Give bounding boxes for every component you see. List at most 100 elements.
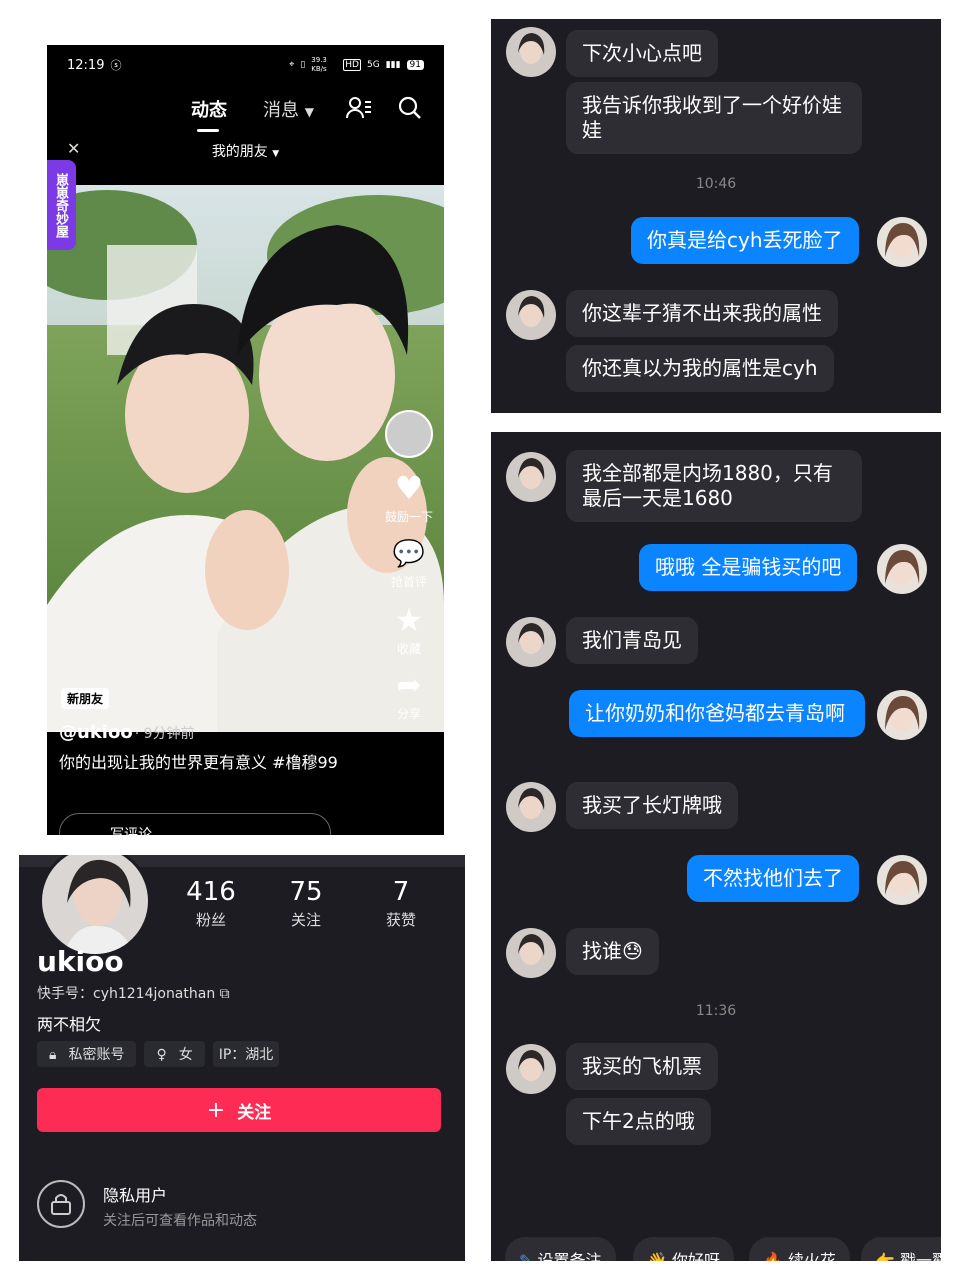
lock-icon: 🔒︎ [43, 1044, 63, 1066]
chat-screenshot-bottom: 我全部都是内场1880，只有最后一天是1680 哦哦 全是骗钱买的吧 我们青岛见… [491, 432, 941, 1261]
copy-icon: ⧉ [219, 986, 230, 1002]
contact-avatar[interactable] [506, 928, 556, 978]
message-in[interactable]: 你还真以为我的属性是cyh [566, 345, 834, 392]
collect-button[interactable]: ★ 收藏 [395, 604, 424, 657]
my-avatar[interactable] [877, 544, 927, 594]
comment-input[interactable]: 写评论 [59, 813, 331, 835]
avatar-icon [877, 690, 927, 740]
comment-label: 抢首评 [390, 575, 427, 589]
wave-icon: 👋 [647, 1251, 667, 1261]
message-in[interactable]: 下次小心点吧 [566, 30, 718, 77]
location-icon: ⌖ [289, 60, 295, 70]
side-tag[interactable]: 崽崽奇妙屋 [47, 160, 76, 250]
action-rail: ♥ 鼓励一下 💬 抢首评 ★ 收藏 ➦ 分享 [380, 410, 438, 722]
female-icon: ♀ [150, 1044, 173, 1066]
friends-list-icon[interactable] [345, 94, 373, 122]
chat-screenshot-top: 下次小心点吧 我告诉你我收到了一个好价娃娃 10:46 你真是给cyh丢死脸了 … [491, 19, 941, 413]
fire-icon: 🔥 [763, 1251, 783, 1261]
tab-moments[interactable]: 动态 [191, 96, 227, 132]
author-avatar-button[interactable] [385, 410, 433, 458]
kuaishou-id[interactable]: 快手号：cyh1214jonathan ⧉ [37, 983, 230, 1003]
private-user-subtitle: 关注后可查看作品和动态 [103, 1213, 257, 1229]
tag-private-label: 私密账号 [62, 1044, 131, 1066]
followers-count: 416 [186, 877, 236, 907]
share-icon: ➦ [396, 668, 422, 703]
pencil-icon: ✎ [519, 1251, 533, 1261]
video-caption: 你的出现让我的世界更有意义 #橹穆99 [59, 753, 338, 772]
avatar-icon [506, 452, 556, 502]
message-in[interactable]: 我买了长灯牌哦 [566, 782, 738, 829]
quick-reply-label: 戳一戳 [900, 1251, 941, 1261]
follow-button[interactable]: + 关注 [37, 1088, 441, 1132]
avatar-icon [877, 544, 927, 594]
avatar-icon [506, 290, 556, 340]
avatar-illustration [42, 855, 148, 954]
timestamp: 11:36 [695, 1003, 737, 1019]
following-count: 75 [289, 877, 323, 907]
message-out[interactable]: 不然找他们去了 [687, 855, 859, 902]
quick-reply-label: 设置备注 [537, 1251, 602, 1261]
contact-avatar[interactable] [506, 27, 556, 77]
stat-following[interactable]: 75 关注 [261, 877, 351, 930]
tab-messages-label: 消息 [263, 100, 299, 121]
my-avatar[interactable] [877, 217, 927, 267]
message-in[interactable]: 下午2点的哦 [566, 1098, 711, 1145]
profile-avatar[interactable] [39, 855, 151, 957]
share-button[interactable]: ➦ 分享 [396, 671, 421, 722]
battery-level: 91 [406, 60, 424, 70]
contact-avatar[interactable] [506, 617, 556, 667]
top-nav: 动态 消息 ▼ [47, 90, 444, 132]
quick-reply-poke[interactable]: 👉 戳一戳 [861, 1237, 941, 1261]
notification-icon: ⓢ [110, 59, 122, 72]
quick-reply-remark[interactable]: ✎ 设置备注 [505, 1237, 616, 1261]
stat-likes[interactable]: 7 获赞 [356, 877, 446, 930]
message-out[interactable]: 让你奶奶和你爸妈都去青岛啊 [569, 690, 865, 737]
tag-gender: ♀ 女 [144, 1041, 205, 1067]
status-icons: ⌖ ▯ 39.3 KB/s HD 5G ▮▮▮ 91 [289, 56, 424, 74]
message-out[interactable]: 哦哦 全是骗钱买的吧 [639, 544, 858, 591]
quick-reply-hello[interactable]: 👋 你好呀 [633, 1237, 735, 1261]
profile-screenshot: 416 粉丝 75 关注 7 获赞 ukioo 快手号：cyh1214jonathan… [19, 855, 465, 1261]
my-avatar[interactable] [877, 690, 927, 740]
message-in[interactable]: 你这辈子猜不出来我的属性 [566, 290, 838, 337]
follow-label: 关注 [237, 1102, 272, 1123]
contact-avatar[interactable] [506, 782, 556, 832]
quick-reply-streak[interactable]: 🔥 续火花 [749, 1237, 851, 1261]
tab-messages[interactable]: 消息 ▼ [263, 96, 314, 122]
message-out[interactable]: 你真是给cyh丢死脸了 [631, 217, 859, 264]
followers-label: 粉丝 [195, 911, 226, 929]
like-label: 鼓励一下 [384, 510, 433, 524]
message-in[interactable]: 我买的飞机票 [566, 1043, 718, 1090]
author-handle: @ukioo [59, 722, 133, 743]
contact-avatar[interactable] [506, 290, 556, 340]
filter-label: 我的朋友 [211, 144, 268, 160]
chevron-down-icon: ▼ [304, 105, 314, 119]
message-in[interactable]: 我们青岛见 [566, 617, 698, 664]
stat-followers[interactable]: 416 粉丝 [166, 877, 256, 930]
contact-avatar[interactable] [506, 452, 556, 502]
tag-gender-label: 女 [172, 1044, 199, 1066]
author-line[interactable]: @ukioo · 9分钟前 [59, 722, 195, 743]
kuaishou-id-text: 快手号：cyh1214jonathan [37, 986, 216, 1002]
author-avatar [385, 410, 433, 458]
search-icon[interactable] [396, 94, 424, 122]
comment-placeholder: 写评论 [110, 827, 152, 835]
avatar-icon [506, 617, 556, 667]
message-in[interactable]: 找谁😓 [566, 928, 659, 975]
friends-filter[interactable]: 我的朋友 ▼ [47, 141, 444, 165]
hd-icon: HD [343, 59, 361, 71]
likes-count: 7 [392, 877, 410, 907]
avatar-icon [506, 782, 556, 832]
like-button[interactable]: ♥ 鼓励一下 [385, 472, 433, 525]
contact-avatar[interactable] [506, 1044, 556, 1094]
signal-icon: ▮▮▮ [385, 60, 401, 70]
poke-icon: 👉 [875, 1251, 895, 1261]
message-in[interactable]: 我告诉你我收到了一个好价娃娃 [566, 82, 862, 154]
quick-reply-label: 续火花 [788, 1251, 837, 1261]
my-avatar[interactable] [877, 855, 927, 905]
tag-private: 🔒︎ 私密账号 [37, 1041, 137, 1067]
message-in[interactable]: 我全部都是内场1880，只有最后一天是1680 [566, 450, 862, 522]
comment-button[interactable]: 💬 抢首评 [391, 539, 427, 590]
post-time: · 9分钟前 [134, 726, 195, 742]
profile-username: ukioo [37, 945, 124, 978]
